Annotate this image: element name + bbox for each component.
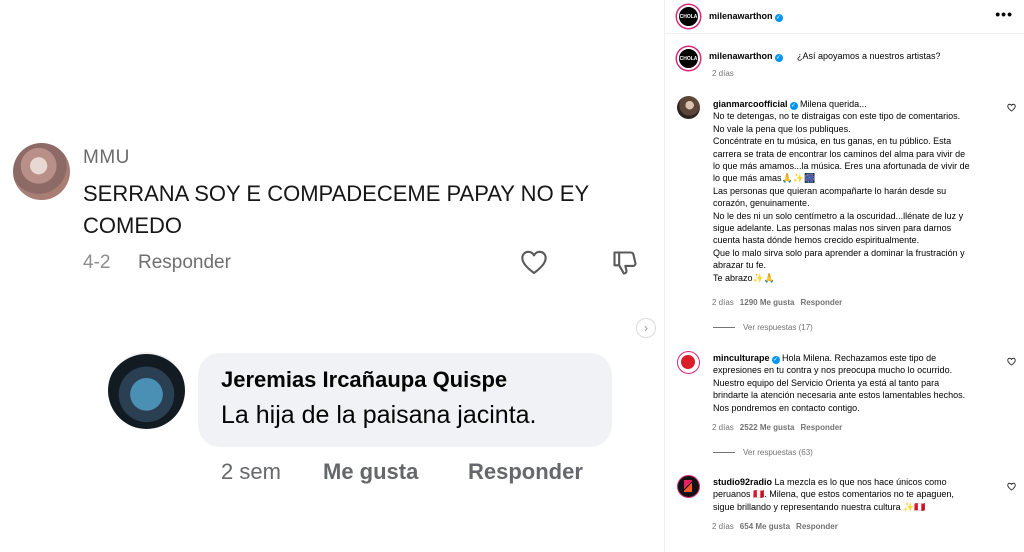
comment-line: brindarte la atención necesaria ante est… xyxy=(713,390,966,401)
comment-meta: 2 días 654 Me gusta Responder xyxy=(712,522,838,531)
like-heart-icon[interactable] xyxy=(1007,103,1016,112)
view-replies-button[interactable]: Ver respuestas (17) xyxy=(713,323,813,332)
comment-line: Hola Milena. Rechazamos este tipo de xyxy=(782,353,937,363)
verified-icon: ✓ xyxy=(789,102,798,110)
caption-username[interactable]: milenawarthon xyxy=(709,51,773,61)
header-username-wrap: milenawarthon ✓ xyxy=(709,11,783,22)
reply-button[interactable]: Responder xyxy=(801,423,843,432)
caption-time: 2 días xyxy=(712,69,734,78)
next-arrow-icon[interactable]: › xyxy=(636,318,656,338)
heart-icon xyxy=(521,250,547,275)
avatar[interactable]: CHOLA xyxy=(677,47,700,70)
comment-text: SERRANA SOY E COMPADECEME PAPAY NO EY CO… xyxy=(83,181,589,238)
ministry-logo-icon xyxy=(681,355,695,369)
thumbs-down-icon xyxy=(613,251,637,275)
comment-text: La hija de la paisana jacinta. xyxy=(221,401,537,429)
comment-line: lo que más amamos...la música. Eres una … xyxy=(713,161,970,172)
comment-line: peruanos 🇵🇪. Milena, que estos comentari… xyxy=(713,489,954,500)
comment-line: La mezcla es lo que nos hace únicos como xyxy=(774,477,947,487)
verified-icon: ✓ xyxy=(774,14,783,22)
like-count[interactable]: 1290 Me gusta xyxy=(740,298,795,307)
comment-username: Jeremias Ircañaupa Quispe xyxy=(221,367,508,392)
comment-meta: 2 días 1290 Me gusta Responder xyxy=(712,298,842,307)
divider xyxy=(713,327,735,328)
view-replies-button[interactable]: Ver respuestas (63) xyxy=(713,448,813,457)
avatar xyxy=(108,352,185,429)
comment-line: Las personas que quieran acompañarte lo … xyxy=(713,185,947,196)
avatar[interactable] xyxy=(677,475,700,498)
avatar-text: CHOLA xyxy=(679,55,698,62)
reply-label: Responder xyxy=(468,459,583,484)
comment-username: MMU xyxy=(83,147,130,168)
comment-username[interactable]: gianmarcoofficial xyxy=(713,99,788,109)
avatar[interactable]: CHOLA xyxy=(677,5,700,28)
comment-line: No le des ni un solo centímetro a la osc… xyxy=(713,210,964,221)
avatar[interactable] xyxy=(677,351,700,374)
comment-line: No te detengas, no te distraigas con est… xyxy=(713,111,961,122)
reply-button[interactable]: Responder xyxy=(801,298,843,307)
comment-line: corazón, genuinamente. xyxy=(713,198,810,209)
comment-line: Te abrazo✨🙏 xyxy=(713,272,775,283)
comment-line: sigue adelante. Las personas malas nos s… xyxy=(713,223,952,234)
comment-body: studio92radio La mezcla es lo que nos ha… xyxy=(713,476,1003,513)
radio-logo-icon xyxy=(684,480,692,492)
comment-username[interactable]: studio92radio xyxy=(713,477,772,487)
post-header: CHOLA milenawarthon ✓ ••• xyxy=(665,0,1024,34)
comment-time: 2 días xyxy=(712,522,734,531)
reply-label: Responder xyxy=(138,252,231,273)
comment-time: 2 días xyxy=(712,298,734,307)
comment-line: Concéntrate en tu música, en tus ganas, … xyxy=(713,136,952,147)
comment-line: sigue brillando y representando nuestra … xyxy=(713,501,926,512)
view-replies-label: Ver respuestas (63) xyxy=(743,448,813,457)
like-heart-icon[interactable] xyxy=(1007,482,1016,491)
avatar[interactable] xyxy=(677,96,700,119)
comment-line: Nuestro equipo del Servicio Orienta ya e… xyxy=(713,377,940,388)
avatar-text: CHOLA xyxy=(679,13,698,20)
comment-line: abrazar tu fe. xyxy=(713,260,767,271)
comment-line: cuenta hasta dónde hemos crecido espirit… xyxy=(713,235,920,246)
like-label: Me gusta xyxy=(323,459,419,484)
comment-line: Que lo malo sirva solo para aprender a d… xyxy=(713,247,965,258)
post-media: MMU SERRANA SOY E COMPADECEME PAPAY NO E… xyxy=(0,0,664,552)
comment-time: 2 días xyxy=(712,423,734,432)
avatar xyxy=(13,143,70,200)
reply-button[interactable]: Responder xyxy=(796,522,838,531)
comment-body: minculturape ✓ Hola Milena. Rechazamos es… xyxy=(713,352,1003,414)
comment-line: carrera se trata de encontrar los camino… xyxy=(713,148,966,159)
caption-text: ¿Así apoyamos a nuestros artistas? xyxy=(797,51,941,61)
comment-line: lo que más amas🙏✨🎆 xyxy=(713,173,816,184)
header-username[interactable]: milenawarthon xyxy=(709,11,773,21)
comment-line: expresiones en tu contra y nos preocupa … xyxy=(713,365,953,376)
like-count[interactable]: 654 Me gusta xyxy=(740,522,790,531)
verified-icon: ✓ xyxy=(774,54,783,62)
caption-username-wrap: milenawarthon ✓ xyxy=(709,51,783,62)
comment-line: Milena querida... xyxy=(800,99,867,109)
comment-username[interactable]: minculturape xyxy=(713,353,770,363)
comments-panel: CHOLA milenawarthon ✓ ••• CHOLA milenawar… xyxy=(664,0,1024,552)
more-options-icon[interactable]: ••• xyxy=(995,6,1013,22)
comment-line: Nos pondremos en contacto contigo. xyxy=(713,402,860,413)
divider xyxy=(713,452,735,453)
comment-meta: 2 días 2522 Me gusta Responder xyxy=(712,423,842,432)
comment-line: No vale la pena que los publiques. xyxy=(713,123,851,134)
comment-time: 2 sem xyxy=(221,459,281,484)
verified-icon: ✓ xyxy=(771,356,780,364)
like-count[interactable]: 2522 Me gusta xyxy=(740,423,795,432)
comment-body: gianmarcoofficial ✓ Milena querida... No … xyxy=(713,98,1003,284)
view-replies-label: Ver respuestas (17) xyxy=(743,323,813,332)
comment-time: 4-2 xyxy=(83,252,111,273)
like-heart-icon[interactable] xyxy=(1007,357,1016,366)
